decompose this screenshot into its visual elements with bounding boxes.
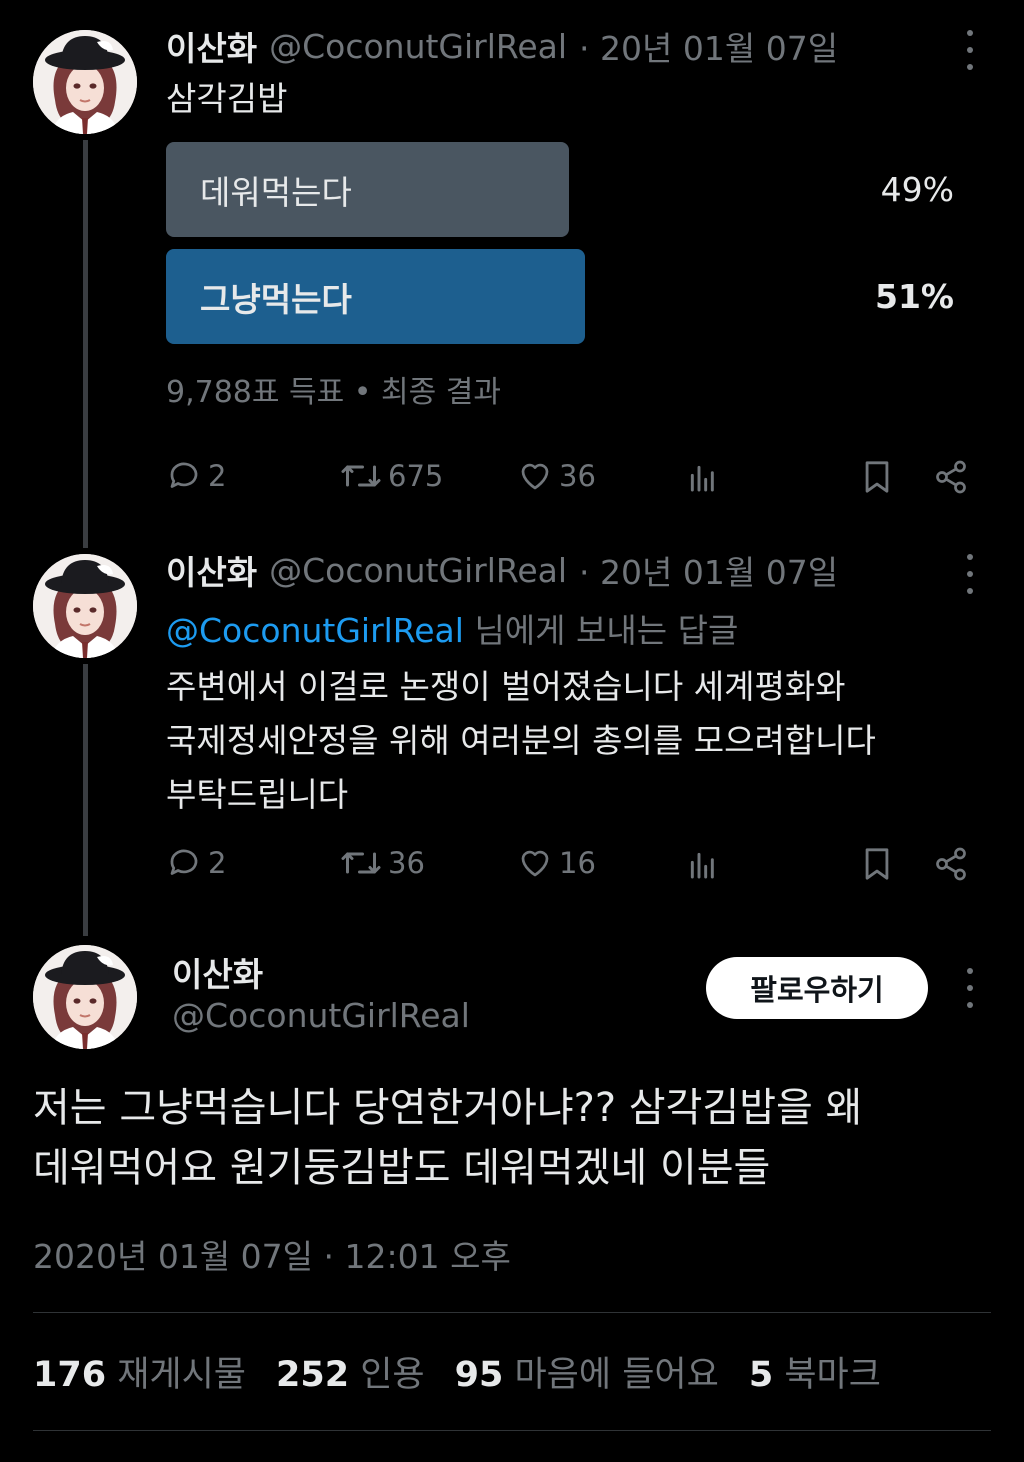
tweet-timestamp[interactable]: 2020년 01월 07일 · 12:01 오후 [33,1230,511,1278]
author-handle[interactable]: @CoconutGirlReal [269,27,567,66]
poll-option-label: 그냥먹는다 [200,279,352,319]
stat-count: 95 [454,1355,504,1395]
thread-line [83,140,88,548]
reply-to-suffix: 님에게 보내는 답글 [463,611,739,650]
stat-count: 252 [276,1355,350,1395]
avatar[interactable] [33,554,137,658]
tweet-date[interactable]: · 20년 01월 07일 [579,22,838,70]
tweet-text-line: 부탁드립니다 [166,775,349,814]
stat-reposts[interactable]: 176 재게시물 [33,1346,246,1397]
like-button[interactable]: 36 [517,458,596,494]
repost-button[interactable]: 675 [340,458,443,494]
tweet-header: 이산화 @CoconutGirlReal · 20년 01월 07일 [166,547,838,593]
stat-label: 인용 [360,1355,425,1395]
like-icon [521,850,549,877]
reply-context: @CoconutGirlReal 님에게 보내는 답글 [166,604,738,652]
author-name[interactable]: 이산화 [166,546,257,594]
bookmark-icon [865,461,889,493]
tweet-text-line: 국제정세안정을 위해 여러분의 총의를 모으려합니다 [166,721,876,760]
poll-option-percent: 49% [880,170,954,209]
stat-likes[interactable]: 95 마음에 들어요 [455,1346,719,1397]
stat-label: 마음에 들어요 [514,1355,719,1395]
views-icon [690,852,714,879]
reply-count: 2 [208,459,227,493]
tweet-header: 이산화 @CoconutGirlReal · 20년 01월 07일 [166,23,838,69]
avatar[interactable] [33,945,137,1049]
avatar-image [33,554,137,658]
views-button[interactable] [686,462,720,494]
repost-icon [341,852,381,874]
follow-button[interactable]: 팔로우하기 [706,957,928,1019]
tweet-text: 삼각김밥 [166,79,288,118]
thread-line [83,664,88,936]
like-count: 16 [559,846,596,880]
stat-bookmarks[interactable]: 5 북마크 [749,1346,881,1397]
bookmark-icon [865,848,889,880]
tweet-date[interactable]: · 20년 01월 07일 [579,546,838,594]
share-icon [936,847,966,881]
poll-option-bar-winner: 그냥먹는다 [166,249,585,344]
reply-button[interactable]: 2 [166,458,226,494]
reply-button[interactable]: 2 [166,845,226,881]
avatar-image [33,945,137,1049]
poll-option-bar: 데워먹는다 [166,142,569,237]
like-icon [521,463,549,490]
bookmark-button[interactable] [860,458,894,496]
stat-count: 5 [748,1355,774,1395]
tweet-text: 주변에서 이걸로 논쟁이 벌어졌습니다 세계평화와 국제정세안정을 위해 여러분… [166,660,876,822]
bookmark-button[interactable] [860,845,894,883]
repost-count: 36 [388,846,425,880]
reply-icon [170,849,198,875]
more-icon[interactable] [960,30,980,70]
tweet-text-line: 데워먹어요 원기둥김밥도 데워먹겠네 이분들 [33,1145,771,1191]
share-icon [936,460,966,494]
poll-option-percent: 51% [875,277,954,316]
stat-quotes[interactable]: 252 인용 [276,1346,425,1397]
views-button[interactable] [686,849,720,881]
repost-button[interactable]: 36 [340,845,425,881]
reply-count: 2 [208,846,227,880]
more-icon[interactable] [960,554,980,594]
repost-count: 675 [388,459,444,493]
repost-icon [341,465,381,487]
avatar[interactable] [33,30,137,134]
more-icon[interactable] [960,968,980,1008]
poll-option-label: 데워먹는다 [200,172,352,212]
reply-to-handle-link[interactable]: @CoconutGirlReal [166,611,464,650]
divider [33,1430,991,1431]
poll-footer: 9,788표 득표 • 최종 결과 [166,375,501,410]
like-button[interactable]: 16 [517,845,596,881]
author-name[interactable]: 이산화 [172,948,263,996]
avatar-image [33,30,137,134]
engagement-stats: 176 재게시물 252 인용 95 마음에 들어요 5 북마크 [33,1346,881,1397]
share-button[interactable] [933,846,969,882]
reply-icon [170,462,198,488]
main-tweet-text: 저는 그냥먹습니다 당연한거아냐?? 삼각김밥을 왜 데워먹어요 원기둥김밥도 … [33,1078,993,1198]
tweet-text-line: 주변에서 이걸로 논쟁이 벌어졌습니다 세계평화와 [166,667,846,706]
tweet-text-line: 저는 그냥먹습니다 당연한거아냐?? 삼각김밥을 왜 [33,1085,863,1131]
author-name[interactable]: 이산화 [166,22,257,70]
stat-count: 176 [33,1355,107,1395]
author-handle[interactable]: @CoconutGirlReal [269,551,567,590]
divider [33,1312,991,1313]
author-handle[interactable]: @CoconutGirlReal [172,996,470,1035]
like-count: 36 [559,459,596,493]
stat-label: 북마크 [784,1355,881,1395]
share-button[interactable] [933,459,969,495]
views-icon [690,465,714,492]
stat-label: 재게시물 [117,1355,247,1395]
